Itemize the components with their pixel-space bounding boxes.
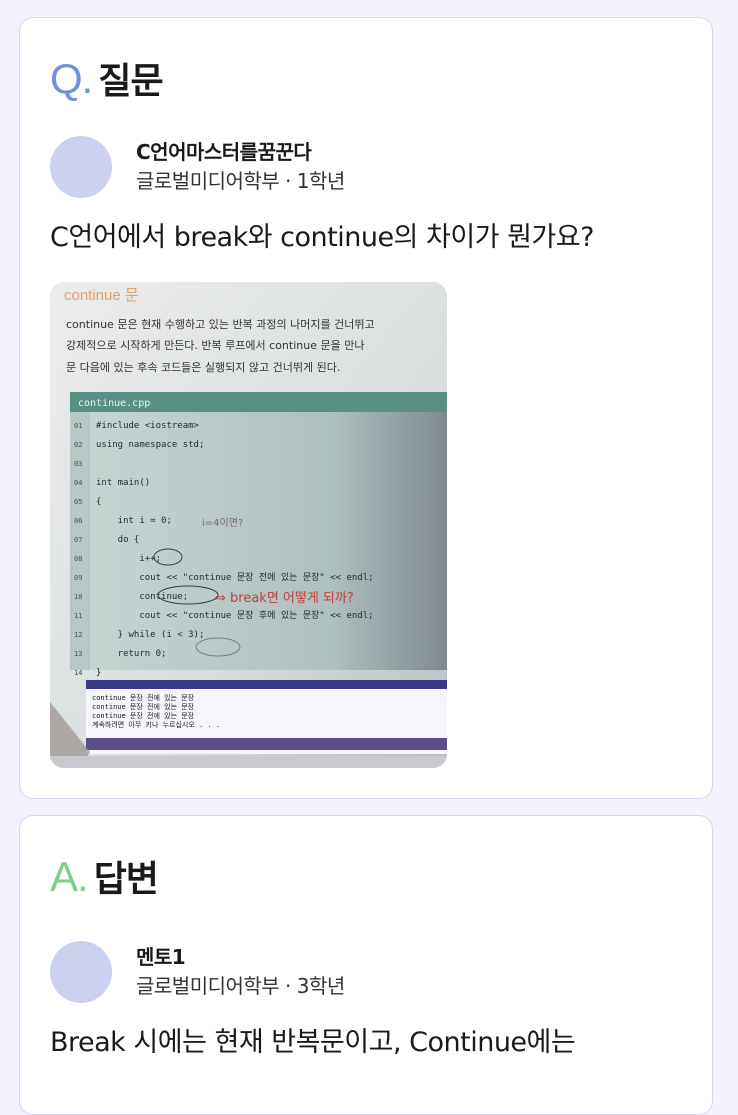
question-card: Q. 질문 C언어마스터를꿈꾼다 글로벌미디어학부 · 1학년 C언어에서 br…: [19, 17, 713, 799]
console-line: continue 문장 전에 있는 문장: [92, 711, 195, 720]
question-photo[interactable]: continue 문 continue 문은 현재 수행하고 있는 반복 과정의…: [50, 282, 447, 768]
code-line-number: 11: [74, 612, 82, 620]
console-line: 계속하려면 아무 키나 누르십시오 . . .: [92, 720, 220, 729]
code-line-number: 03: [74, 460, 82, 468]
photo-illustration: continue 문 continue 문은 현재 수행하고 있는 반복 과정의…: [50, 282, 447, 768]
author-meta: 글로벌미디어학부 · 3학년: [136, 974, 345, 998]
code-line: continue;: [96, 592, 188, 602]
code-line-number: 08: [74, 555, 82, 563]
code-line: do {: [96, 535, 139, 545]
photo-heading: continue 문: [64, 287, 139, 304]
answer-author[interactable]: 멘토1 글로벌미디어학부 · 3학년: [50, 941, 345, 1003]
code-line-number: 02: [74, 441, 82, 449]
code-line-number: 01: [74, 422, 82, 430]
code-line-number: 06: [74, 517, 82, 525]
code-line: } while (i < 3);: [96, 630, 204, 640]
question-author[interactable]: C언어마스터를꿈꾼다 글로벌미디어학부 · 1학년: [50, 136, 345, 198]
code-line-number: 13: [74, 650, 82, 658]
author-name: C언어마스터를꿈꾼다: [136, 140, 312, 164]
answer-card: A. 답변 멘토1 글로벌미디어학부 · 3학년 Break 시에는 현재 반복…: [19, 815, 713, 1115]
question-letter: Q.: [50, 55, 93, 102]
code-line: #include <iostream>: [96, 421, 200, 431]
code-line: {: [96, 497, 101, 507]
code-line: using namespace std;: [96, 440, 204, 450]
code-line: int main(): [96, 478, 150, 488]
handwriting-note: i=4이면?: [202, 517, 243, 529]
photo-filename: continue.cpp: [78, 398, 150, 409]
question-header: Q. 질문: [50, 52, 164, 104]
avatar[interactable]: [50, 941, 112, 1003]
question-body: C언어에서 break와 continue의 차이가 뭔가요?: [50, 222, 594, 253]
photo-desc-line: 강제적으로 시작하게 만든다. 반복 루프에서 continue 문을 만나: [66, 338, 364, 352]
avatar[interactable]: [50, 136, 112, 198]
code-line-number: 14: [74, 669, 82, 677]
handwriting-note: ⇒ break면 어떻게 되까?: [215, 591, 354, 606]
code-line-number: 12: [74, 631, 82, 639]
code-line-number: 05: [74, 498, 82, 506]
code-line: i++;: [96, 554, 161, 564]
answer-title: 답변: [93, 859, 159, 900]
code-line: cout << "continue 문장 전에 있는 문장" << endl;: [96, 571, 374, 583]
code-line: }: [96, 668, 101, 678]
photo-desc-line: continue 문은 현재 수행하고 있는 반복 과정의 나머지를 건너뛰고: [66, 317, 375, 331]
question-title: 질문: [98, 61, 163, 102]
answer-letter: A.: [50, 853, 89, 900]
console-line: continue 문장 전에 있는 문장: [92, 702, 195, 711]
author-meta: 글로벌미디어학부 · 1학년: [136, 169, 345, 193]
code-line-number: 04: [74, 479, 82, 487]
code-line-number: 09: [74, 574, 82, 582]
author-name: 멘토1: [136, 945, 186, 969]
code-line-number: 07: [74, 536, 82, 544]
code-line: cout << "continue 문장 후에 있는 문장" << endl;: [96, 609, 374, 621]
answer-body: Break 시에는 현재 반복문이고, Continue에는: [50, 1027, 576, 1058]
code-line: return 0;: [96, 649, 166, 659]
code-line: int i = 0;: [96, 516, 172, 526]
answer-header: A. 답변: [50, 850, 159, 902]
code-line-number: 10: [74, 593, 82, 601]
photo-desc-line: 문 다음에 있는 후속 코드들은 실행되지 않고 건너뛰게 된다.: [66, 361, 340, 374]
console-line: continue 문장 전에 있는 문장: [92, 693, 195, 702]
